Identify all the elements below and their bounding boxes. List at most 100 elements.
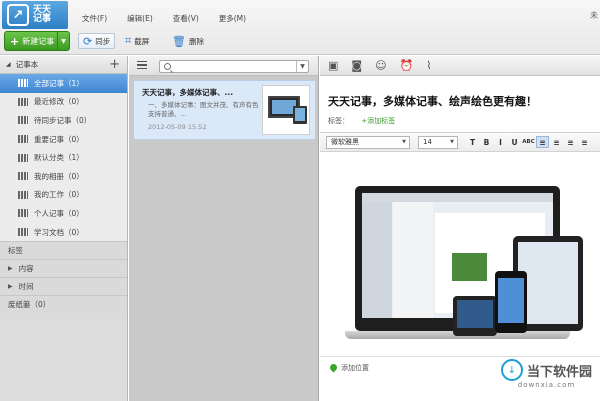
notebook-icon <box>18 135 28 144</box>
align-justify-button[interactable]: ≡ <box>578 138 591 147</box>
search-dropdown-icon[interactable]: ▼ <box>296 61 308 72</box>
watermark-url: downxia.com <box>517 381 576 389</box>
menu-more[interactable]: 更多(M) <box>219 13 246 24</box>
strikethrough-button[interactable]: ABC <box>522 139 535 145</box>
note-snippet: 一、多媒体记事：图文并茂、有声有色 支持普通、... <box>148 101 259 118</box>
phone-landscape-image <box>453 296 497 336</box>
sidebar-item-personal[interactable]: 个人记事（0） <box>0 204 127 223</box>
camera-icon[interactable]: ◙ <box>351 59 362 72</box>
align-center-button[interactable]: ≡ <box>550 138 563 147</box>
notebook-icon <box>18 153 28 162</box>
sidebar-item-album[interactable]: 我的相册（0） <box>0 166 127 186</box>
watermark-logo: ↓ 当下软件园 <box>500 359 592 381</box>
format-toolbar: 微软雅黑 ▼ 14 ▼ T B I U ABC ≡ ≡ ≡ ≡ <box>320 132 600 152</box>
underline-button[interactable]: U <box>508 138 521 147</box>
thumbnail-phone <box>293 106 307 124</box>
sidebar: ◢ 记事本 + 全部记事（1） 最近修改（0） 待同步记事（0） 重要记事（0）… <box>0 56 128 401</box>
note-date: 2012-05-09 15:52 <box>148 123 207 131</box>
sidebar-item-label: 学习文档（0） <box>34 227 84 237</box>
add-location-label: 添加位置 <box>341 363 369 372</box>
screenshot-button[interactable]: ⌗ 截屏 <box>121 33 153 49</box>
sidebar-item-label: 最近修改（0） <box>34 97 84 107</box>
chevron-down-icon: ▼ <box>402 139 406 145</box>
sidebar-item-recent[interactable]: 最近修改（0） <box>0 92 127 112</box>
note-list-panel: ▼ 天天记事，多媒体记事、... 一、多媒体记事：图文并茂、有声有色 支持普通、… <box>129 56 319 401</box>
sidebar-group-trash[interactable]: 废纸篓（0） <box>0 295 127 314</box>
app-logo: ↗ 天天记事 <box>2 1 68 29</box>
sync-button[interactable]: ⟳ 同步 <box>78 33 116 49</box>
sync-label: 同步 <box>95 36 111 46</box>
notebook-icon <box>18 190 28 199</box>
sidebar-group-tags[interactable]: 标签 <box>0 241 127 260</box>
notebook-header[interactable]: ◢ 记事本 + <box>0 56 127 74</box>
sidebar-item-label: 我的相册（0） <box>34 171 84 181</box>
sidebar-item-label: 待同步记事（0） <box>34 115 92 125</box>
notebook-icon <box>18 97 28 106</box>
insert-toolbar: ▣ ◙ ☺ ⏰ ⌇ <box>320 56 600 76</box>
font-select-value: 微软雅黑 <box>331 138 359 146</box>
add-notebook-icon[interactable]: + <box>109 57 120 72</box>
search-input[interactable] <box>175 62 296 71</box>
tags-row: 标签： +添加标签 <box>328 116 395 126</box>
screenshot-label: 截屏 <box>134 36 150 46</box>
new-note-button[interactable]: + 新建记事 ▼ <box>4 31 70 51</box>
phone-image <box>495 271 527 333</box>
font-size-value: 14 <box>423 138 432 146</box>
crop-icon: ⌗ <box>125 34 132 47</box>
title-bar: ↗ 天天记事 文件(F) 编辑(E) 查看(V) 更多(M) 未 + 新建记事 … <box>0 0 600 55</box>
search-box: ▼ <box>159 60 309 73</box>
download-icon: ↓ <box>500 359 523 381</box>
note-editor: ▣ ◙ ☺ ⏰ ⌇ 天天记事，多媒体记事、绘声绘色更有趣！ 标签： +添加标签 … <box>320 56 600 401</box>
sidebar-item-study[interactable]: 学习文档（0） <box>0 222 127 242</box>
sidebar-group-content[interactable]: ▶ 内容 <box>0 259 127 278</box>
sidebar-item-label: 我的工作（0） <box>34 190 84 200</box>
sidebar-item-label: 个人记事（0） <box>34 208 84 218</box>
menu-view[interactable]: 查看(V) <box>173 13 199 24</box>
alarm-icon[interactable]: ⏰ <box>400 59 414 72</box>
watermark-text: 当下软件园 <box>526 364 592 380</box>
notebook-icon <box>18 228 28 237</box>
trash-icon: 🗑 <box>172 34 186 48</box>
note-list-item[interactable]: 天天记事，多媒体记事、... 一、多媒体记事：图文并茂、有声有色 支持普通、..… <box>133 80 316 140</box>
font-select[interactable]: 微软雅黑 ▼ <box>326 135 410 149</box>
sync-icon: ⟳ <box>83 34 93 48</box>
add-tag-link[interactable]: +添加标签 <box>361 117 395 125</box>
sidebar-item-work[interactable]: 我的工作（0） <box>0 185 127 205</box>
list-menu-icon[interactable] <box>137 61 147 69</box>
notebook-icon <box>18 172 28 181</box>
emoji-icon[interactable]: ☺ <box>375 59 386 72</box>
note-title-field[interactable]: 天天记事，多媒体记事、绘声绘色更有趣！ <box>328 93 537 109</box>
notebook-icon <box>18 209 28 218</box>
delete-label: 删除 <box>188 36 204 46</box>
notebook-header-label: 记事本 <box>15 60 39 69</box>
text-style-button[interactable]: T <box>466 138 479 147</box>
menu-edit[interactable]: 编辑(E) <box>127 13 153 24</box>
menu-file[interactable]: 文件(F) <box>82 13 107 24</box>
align-left-button[interactable]: ≡ <box>536 136 549 148</box>
sidebar-group-label: 标签 <box>8 246 23 256</box>
chevron-down-icon[interactable]: ▼ <box>57 32 69 50</box>
italic-button[interactable]: I <box>494 138 507 147</box>
new-note-label: 新建记事 <box>22 36 55 46</box>
watermark: ↓ 当下软件园 downxia.com <box>500 359 592 389</box>
toolbar: + 新建记事 ▼ ⟳ 同步 ⌗ 截屏 🗑 删除 <box>0 30 600 54</box>
note-title: 天天记事，多媒体记事、... <box>142 88 234 97</box>
triangle-right-icon: ▶ <box>8 283 13 291</box>
location-pin-icon <box>328 362 339 373</box>
attachment-icon[interactable]: ⌇ <box>426 59 431 72</box>
font-size-select[interactable]: 14 ▼ <box>418 135 458 149</box>
delete-button[interactable]: 🗑 删除 <box>168 33 208 49</box>
note-image[interactable] <box>345 176 595 356</box>
sidebar-item-all[interactable]: 全部记事（1） <box>0 74 127 93</box>
notebook-icon <box>18 116 28 125</box>
sidebar-group-time[interactable]: ▶ 时间 <box>0 277 127 296</box>
corner-text: 未 <box>590 11 598 20</box>
sidebar-item-important[interactable]: 重要记事（0） <box>0 129 127 149</box>
sidebar-item-pending-sync[interactable]: 待同步记事（0） <box>0 111 127 130</box>
image-icon[interactable]: ▣ <box>328 59 338 72</box>
sidebar-item-label: 重要记事（0） <box>34 134 84 144</box>
sidebar-group-label: 内容 <box>18 264 34 274</box>
sidebar-item-default[interactable]: 默认分类（1） <box>0 148 127 167</box>
bold-button[interactable]: B <box>480 138 493 147</box>
align-right-button[interactable]: ≡ <box>564 138 577 147</box>
